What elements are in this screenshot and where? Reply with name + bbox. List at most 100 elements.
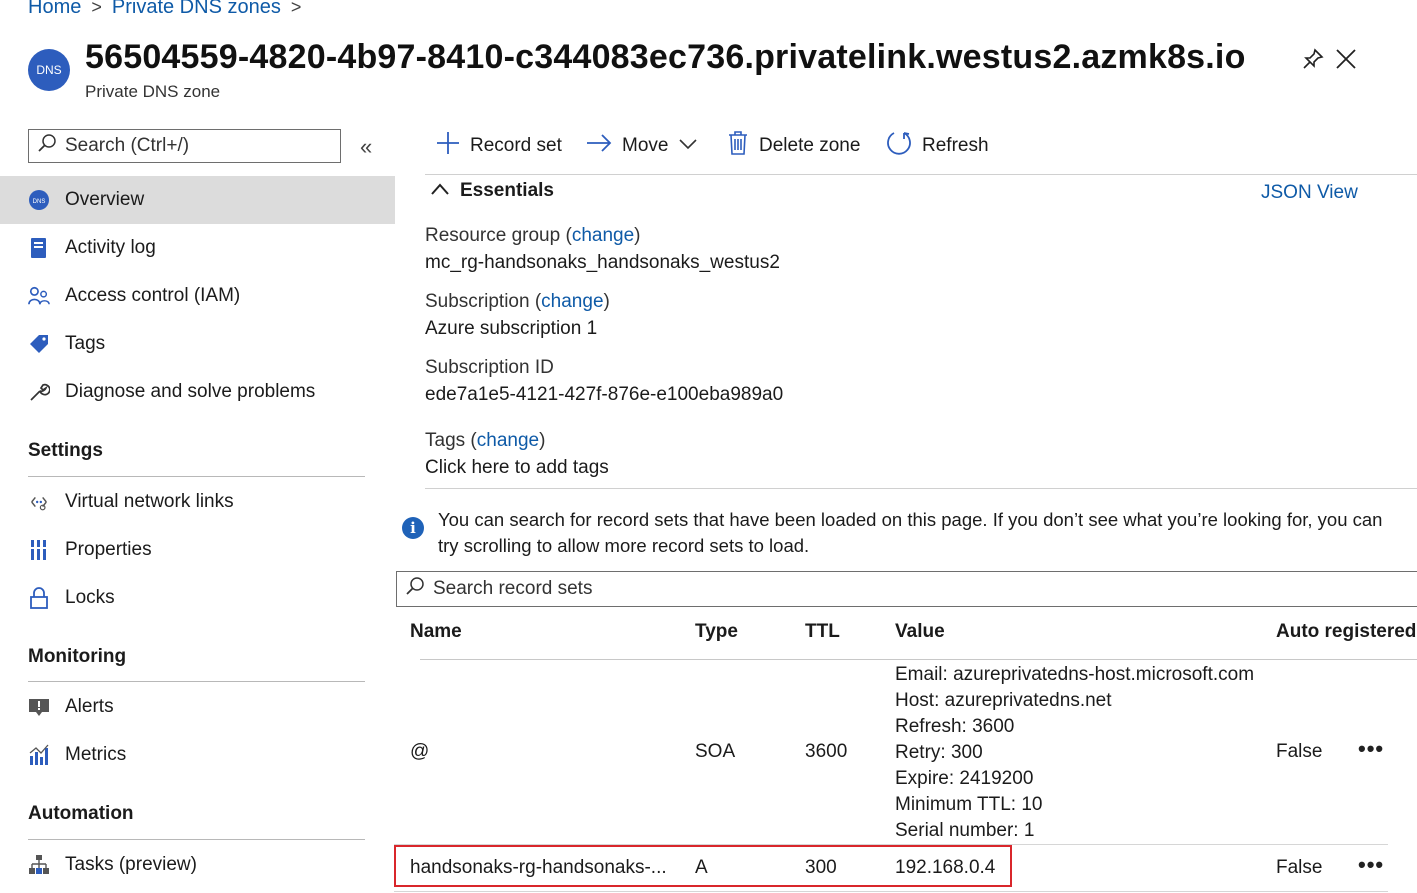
sidebar-item-activity-log[interactable]: Activity log	[0, 224, 395, 272]
subscription-label: Subscription (change)	[425, 291, 610, 312]
sidebar-item-label: Activity log	[65, 237, 156, 258]
tags-label-text: Tags	[425, 430, 466, 451]
sidebar-item-label: Locks	[65, 587, 115, 608]
tasks-icon	[28, 854, 50, 876]
close-icon[interactable]	[1333, 46, 1359, 72]
sidebar-item-overview[interactable]: DNS Overview	[0, 176, 395, 224]
trash-icon	[727, 131, 749, 161]
tag-icon	[28, 333, 50, 355]
column-header-ttl[interactable]: TTL	[805, 621, 840, 643]
chevron-up-icon	[430, 180, 450, 202]
record-name[interactable]: @	[410, 741, 429, 763]
sidebar-item-locks[interactable]: Locks	[0, 574, 395, 622]
resource-group-label: Resource group (change)	[425, 225, 641, 246]
record-auto-registered: False	[1276, 857, 1323, 878]
soa-minimum-ttl: Minimum TTL: 10	[895, 794, 1043, 815]
dns-icon: DNS	[28, 189, 50, 211]
sidebar-item-label: Access control (IAM)	[65, 285, 241, 306]
soa-serial-number: Serial number: 1	[895, 820, 1035, 841]
sidebar-item-label: Tasks (preview)	[65, 854, 197, 875]
chevron-down-icon	[678, 135, 698, 157]
sidebar-item-label: Diagnose and solve problems	[65, 381, 316, 402]
sidebar-item-virtual-network-links[interactable]: Virtual network links	[0, 478, 395, 526]
change-resource-group-link[interactable]: change	[572, 225, 634, 246]
soa-refresh: Refresh: 3600	[895, 716, 1015, 737]
search-placeholder: Search record sets	[433, 578, 593, 599]
chevron-right-icon: >	[91, 0, 102, 17]
activity-log-icon	[28, 237, 50, 259]
sidebar-item-access-control[interactable]: Access control (IAM)	[0, 272, 395, 320]
json-view-link[interactable]: JSON View	[1261, 182, 1358, 204]
sidebar-item-properties[interactable]: Properties	[0, 526, 395, 574]
soa-host: Host: azureprivatedns.net	[895, 690, 1112, 711]
essentials-title: Essentials	[460, 180, 554, 201]
section-title-settings: Settings	[28, 440, 103, 461]
collapse-sidebar-icon[interactable]: «	[360, 134, 372, 160]
divider	[394, 891, 1388, 892]
breadcrumb-private-dns-zones[interactable]: Private DNS zones	[112, 0, 281, 19]
move-button[interactable]: Move	[586, 130, 698, 162]
add-record-set-button[interactable]: Record set	[436, 130, 562, 162]
sidebar-item-label: Virtual network links	[65, 491, 234, 512]
sidebar-item-diagnose[interactable]: Diagnose and solve problems	[0, 368, 395, 416]
subscription-label-text: Subscription	[425, 291, 530, 312]
column-header-name[interactable]: Name	[410, 621, 462, 643]
record-auto-registered: False	[1276, 741, 1323, 762]
subscription-link[interactable]: Azure subscription 1	[425, 318, 597, 340]
refresh-label: Refresh	[922, 135, 989, 156]
column-header-auto-registered[interactable]: Auto registered	[1276, 621, 1416, 643]
section-title-automation: Automation	[28, 803, 134, 824]
column-header-value[interactable]: Value	[895, 621, 945, 643]
info-icon: i	[402, 517, 424, 539]
section-title-monitoring: Monitoring	[28, 646, 127, 667]
search-icon	[37, 133, 57, 159]
subscription-id-label: Subscription ID	[425, 357, 554, 378]
more-options-icon[interactable]: •••	[1358, 852, 1384, 878]
lock-icon	[28, 587, 50, 609]
metrics-icon	[28, 744, 50, 766]
sidebar-item-label: Tags	[65, 333, 106, 354]
divider	[425, 488, 1417, 489]
change-tags-link[interactable]: change	[477, 430, 539, 451]
record-type: SOA	[695, 741, 736, 762]
record-set-label: Record set	[470, 135, 562, 156]
divider	[420, 659, 1417, 660]
info-message: You can search for record sets that have…	[438, 509, 1383, 556]
divider	[28, 681, 365, 682]
resource-group-link[interactable]: mc_rg-handsonaks_handsonaks_westus2	[425, 252, 780, 274]
breadcrumb-home[interactable]: Home	[28, 0, 81, 19]
dns-zone-icon: DNS	[28, 49, 70, 91]
record-ttl: 3600	[805, 741, 848, 762]
more-options-icon[interactable]: •••	[1358, 736, 1384, 762]
refresh-icon	[886, 130, 912, 162]
divider	[28, 839, 365, 840]
search-record-sets-input[interactable]: Search record sets	[396, 571, 1417, 607]
divider	[425, 174, 1417, 175]
soa-email: Email: azureprivatedns-host.microsoft.co…	[895, 664, 1255, 685]
move-label: Move	[622, 135, 669, 156]
sidebar-item-alerts[interactable]: Alerts	[0, 683, 395, 731]
subscription-id-value: ede7a1e5-4121-427f-876e-e100eba989a0	[425, 384, 784, 405]
wrench-icon	[28, 381, 50, 403]
sidebar-item-label: Properties	[65, 539, 152, 560]
sidebar-search-input[interactable]: Search (Ctrl+/)	[28, 129, 341, 163]
breadcrumb: Home > Private DNS zones >	[28, 0, 301, 19]
search-placeholder: Search (Ctrl+/)	[65, 135, 190, 156]
soa-retry: Retry: 300	[895, 742, 983, 763]
pin-icon[interactable]	[1300, 46, 1326, 72]
sidebar-item-tags[interactable]: Tags	[0, 320, 395, 368]
refresh-button[interactable]: Refresh	[886, 130, 989, 162]
highlight-box	[394, 845, 1012, 887]
essentials-toggle[interactable]: Essentials	[430, 180, 554, 202]
page-title: 56504559-4820-4b97-8410-c344083ec736.pri…	[85, 38, 1246, 76]
resource-group-label-text: Resource group	[425, 225, 561, 246]
add-tags-link[interactable]: Click here to add tags	[425, 457, 609, 479]
plus-icon	[436, 131, 460, 161]
sidebar-item-metrics[interactable]: Metrics	[0, 731, 395, 779]
column-header-type[interactable]: Type	[695, 621, 738, 643]
soa-expire: Expire: 2419200	[895, 768, 1034, 789]
change-subscription-link[interactable]: change	[541, 291, 603, 312]
search-icon	[405, 576, 425, 602]
sidebar-item-tasks[interactable]: Tasks (preview)	[0, 841, 395, 889]
delete-zone-button[interactable]: Delete zone	[727, 130, 860, 162]
